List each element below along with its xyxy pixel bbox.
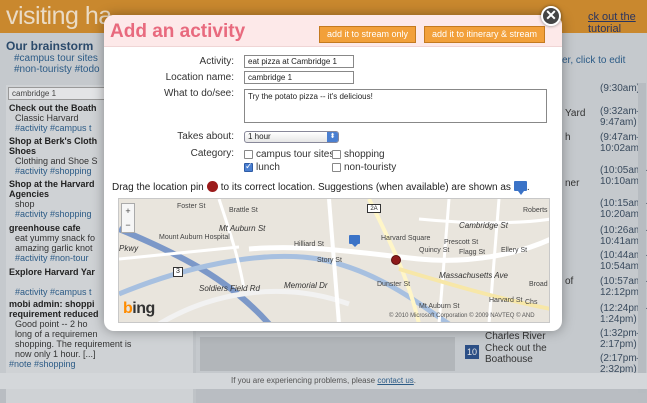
street-label: Chs [525, 299, 538, 306]
add-to-stream-button[interactable]: add it to stream only [319, 26, 417, 43]
item-tags[interactable]: #note #shopping [9, 359, 192, 369]
dialog-title: Add an activity [110, 21, 246, 42]
location-map[interactable]: + − Foster St Brattle St Mt Auburn St Mo… [118, 198, 550, 323]
brainstorm-title: Our brainstorm [6, 39, 94, 53]
street-label: Pkwy [119, 244, 139, 253]
footer-text: If you are experiencing problems, please [230, 376, 376, 385]
street-label: Mt Auburn St [219, 224, 266, 233]
location-pin-icon[interactable] [391, 255, 401, 265]
drag-text-part: . [526, 182, 530, 193]
category-lunch[interactable]: lunch [244, 161, 280, 173]
street-label: Memorial Dr [284, 281, 328, 290]
bing-logo-b: b [123, 300, 133, 317]
checkbox-icon[interactable] [332, 163, 341, 172]
category-shopping[interactable]: shopping [332, 149, 385, 160]
street-label: Quincy St [419, 247, 450, 254]
street-label: Dunster St [377, 281, 411, 288]
takes-about-label: Takes about: [177, 131, 234, 142]
checkbox-checked-icon[interactable] [244, 161, 253, 172]
street-label: Ellery St [501, 247, 528, 254]
itinerary-scrollbar[interactable] [638, 83, 646, 393]
dialog-header: Add an activity add it to stream only ad… [104, 15, 562, 47]
map-copyright: © 2010 Microsoft Corporation © 2009 NAVT… [389, 313, 535, 319]
stop-name[interactable]: Check out the Boathouse [485, 343, 547, 365]
category-option-label: non-touristy [344, 162, 397, 173]
duration-select[interactable]: 1 hour ⬍ [244, 131, 339, 143]
suggestion-marker-icon [513, 181, 527, 195]
category-campus-tour-sites[interactable]: campus tour sites [244, 149, 334, 160]
category-label: Category: [190, 148, 234, 159]
street-label: Cambridge St [459, 221, 508, 230]
close-dialog-button[interactable]: ✕ [541, 6, 561, 26]
street-label: Brattle St [229, 207, 258, 214]
zoom-out-button[interactable]: − [122, 218, 134, 232]
charles-river-label: Charles River [485, 331, 546, 342]
app-brand: visiting ha [6, 2, 112, 30]
tag-line[interactable]: #non-touristy #todo [14, 64, 114, 75]
footer-suffix: . [413, 376, 417, 385]
itinerary-fragment: h [565, 132, 571, 143]
item-body: now only 1 hour. [...] [15, 349, 96, 359]
duration-value: 1 hour [248, 132, 271, 141]
itinerary-fragment: of [565, 276, 574, 287]
category-option-label: lunch [256, 162, 280, 173]
route-shield: 2A [367, 204, 381, 213]
street-label: Broad [529, 281, 548, 288]
bing-logo: bing [123, 300, 155, 318]
add-activity-dialog: Add an activity add it to stream only ad… [104, 15, 562, 331]
add-to-itinerary-button[interactable]: add it to itinerary & stream [424, 26, 546, 43]
zoom-in-button[interactable]: + [122, 204, 134, 218]
click-to-edit-link[interactable]: er, click to edit [562, 55, 625, 66]
todo-textarea[interactable]: Try the potato pizza -- it's delicious! [244, 89, 547, 123]
location-pin-icon [206, 181, 218, 192]
drag-text-part: to its correct location. Suggestions (wh… [220, 182, 511, 193]
category-option-label: shopping [344, 149, 385, 160]
category-option-label: campus tour sites [256, 149, 335, 160]
street-label: Roberts [523, 207, 548, 214]
contact-us-link[interactable]: contact us [377, 376, 413, 385]
tutorial-link[interactable]: ck out the tutorial [588, 11, 647, 35]
select-arrows-icon: ⬍ [327, 132, 338, 142]
location-label: Location name: [165, 72, 234, 83]
map-zoom-control[interactable]: + − [121, 203, 135, 233]
item-body: shopping. The requirement is [15, 339, 132, 349]
street-label: Prescott St [444, 239, 479, 246]
stop-name-line: Boathouse [485, 354, 533, 365]
itinerary-fragment: ner [565, 178, 580, 189]
activity-label: Activity: [199, 56, 234, 67]
bing-logo-text: ing [132, 300, 155, 317]
street-label: Hilliard St [294, 241, 324, 248]
tag-line[interactable]: #campus tour sites [14, 53, 114, 64]
location-input[interactable] [244, 71, 354, 84]
itinerary-map[interactable] [200, 337, 455, 371]
street-label: Flagg St [459, 249, 486, 256]
street-label: Soldiers Field Rd [199, 284, 260, 293]
suggestion-marker-icon[interactable] [349, 235, 360, 247]
checkbox-icon[interactable] [244, 150, 253, 159]
checkbox-icon[interactable] [332, 150, 341, 159]
activity-input[interactable] [244, 55, 354, 68]
street-label: Mt Auburn St [419, 303, 460, 310]
drag-text-part: Drag the location pin [112, 182, 204, 193]
street-label: Harvard St [489, 297, 523, 304]
route-shield: 3 [173, 267, 183, 277]
footer: If you are experiencing problems, please… [0, 373, 647, 389]
brainstorm-tags: #campus tour sites #non-touristy #todo [14, 53, 114, 75]
street-label: Story St [317, 257, 342, 264]
street-label: Massachusetts Ave [439, 271, 508, 280]
stop-number-badge: 10 [465, 345, 479, 359]
hospital-label: Mount Auburn Hospital [159, 234, 230, 241]
itinerary-fragment: Yard [565, 108, 586, 119]
stop-name-line: Check out the [485, 343, 547, 354]
category-non-touristy[interactable]: non-touristy [332, 162, 396, 173]
place-label: Harvard Square [381, 235, 431, 242]
todo-label: What to do/see: [163, 88, 234, 99]
street-label: Foster St [177, 203, 206, 210]
drag-instructions: Drag the location pin to its correct loca… [112, 181, 530, 195]
